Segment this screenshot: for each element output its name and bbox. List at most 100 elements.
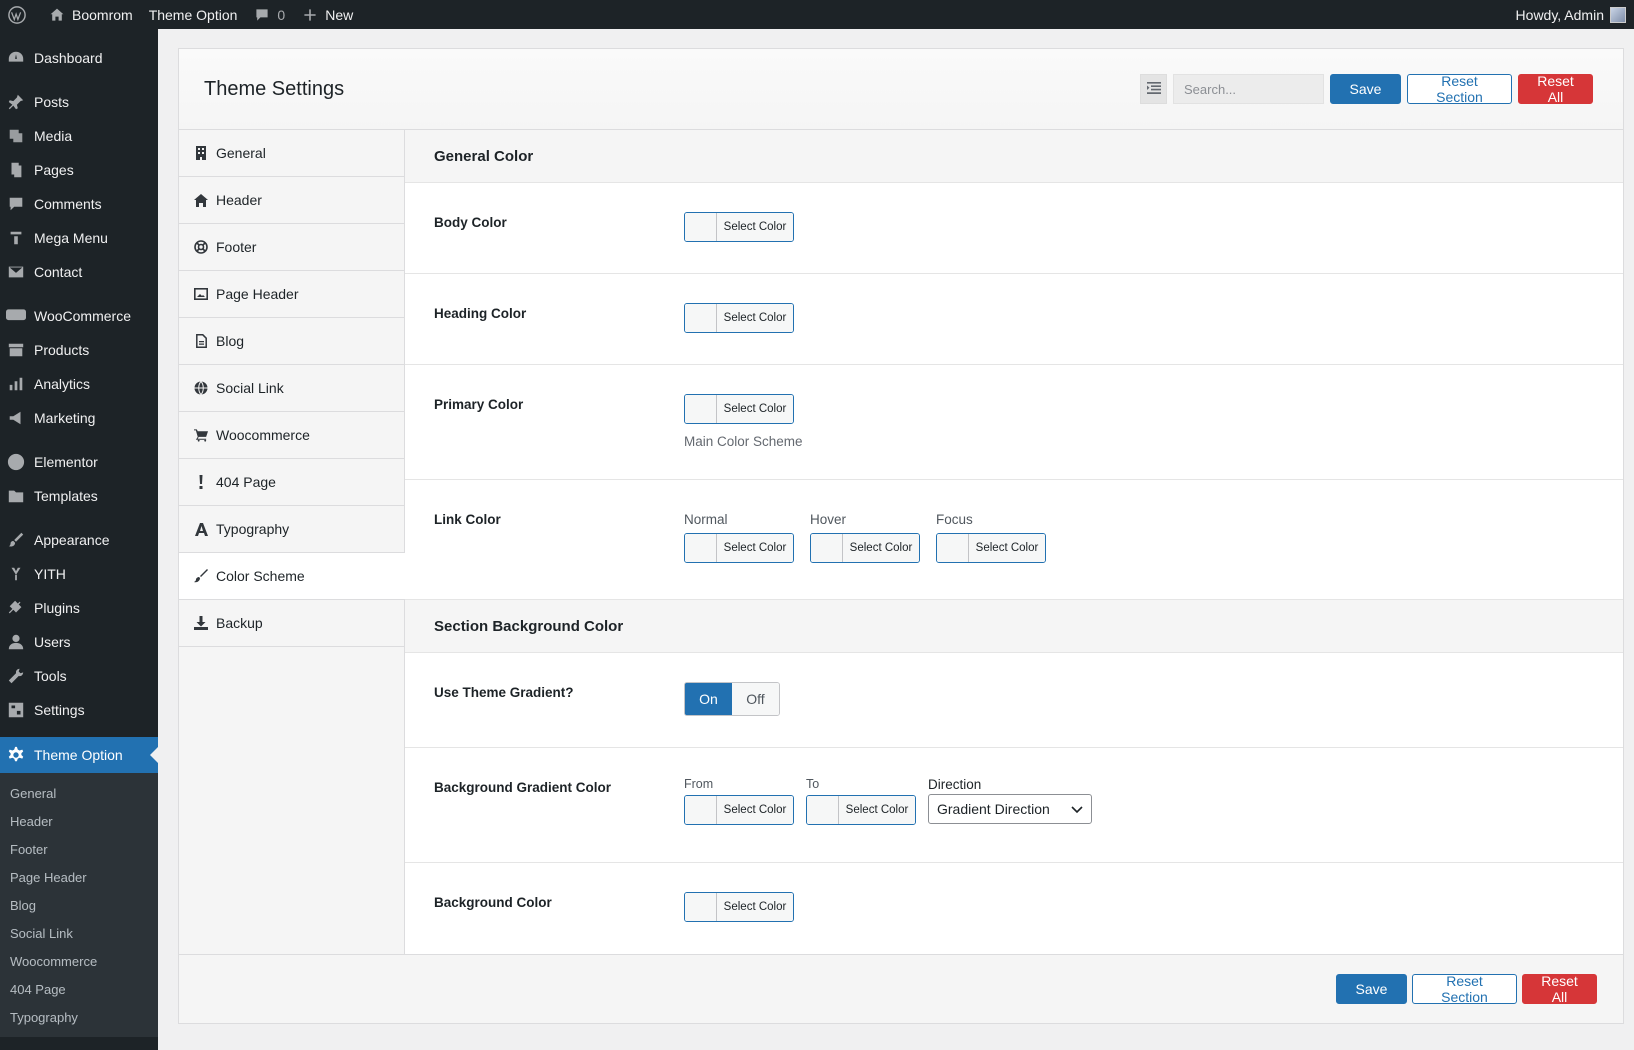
submenu-item[interactable]: General — [0, 779, 158, 807]
gradient-from-picker[interactable]: Select Color — [684, 795, 794, 825]
field-use-gradient: Use Theme Gradient? On Off — [405, 653, 1623, 748]
menu-label: Appearance — [34, 532, 110, 548]
nav-item-typography[interactable]: Typography — [179, 506, 404, 553]
menu-item-dashboard[interactable]: Dashboard — [0, 41, 158, 75]
field-link-color: Link Color Normal Select Color Hover Sel… — [405, 480, 1623, 600]
submenu-item[interactable]: 404 Page — [0, 975, 158, 1003]
nav-item-blog[interactable]: Blog — [179, 318, 404, 365]
menu-item-marketing[interactable]: Marketing — [0, 401, 158, 435]
gradient-to-picker[interactable]: Select Color — [806, 795, 916, 825]
primary-color-picker[interactable]: Select Color — [684, 394, 794, 424]
field-control: Select Color — [684, 274, 794, 364]
reset-section-button[interactable]: Reset Section — [1407, 73, 1512, 105]
link-focus-picker[interactable]: Select Color — [936, 533, 1046, 563]
menu-item-mega-menu[interactable]: Mega Menu — [0, 221, 158, 255]
admin-bar: Boomrom Theme Option 0 New Howdy, Admin — [0, 0, 1634, 29]
bg-color-picker[interactable]: Select Color — [684, 892, 794, 922]
reset-all-button[interactable]: Reset All — [1518, 73, 1593, 105]
menu-item-theme-option[interactable]: Theme Option — [0, 737, 158, 773]
gradient-to-group: To Select Color — [806, 777, 916, 825]
menu-label: Products — [34, 342, 90, 358]
nav-item-woocommerce[interactable]: Woocommerce — [179, 412, 404, 459]
comments-link[interactable]: 0 — [245, 0, 293, 29]
search-input[interactable] — [1173, 74, 1324, 104]
gradient-direction-select[interactable]: Gradient Direction — [928, 794, 1092, 824]
nav-item-page-header[interactable]: Page Header — [179, 271, 404, 318]
field-primary-color: Primary Color Select Color Main Color Sc… — [405, 365, 1623, 480]
menu-item-contact[interactable]: Contact — [0, 255, 158, 289]
nav-item-footer[interactable]: Footer — [179, 224, 404, 271]
plug-icon — [6, 598, 26, 618]
menu-item-pages[interactable]: Pages — [0, 153, 158, 187]
submenu-item[interactable]: Typography — [0, 1003, 158, 1031]
menu-item-appearance[interactable]: Appearance — [0, 523, 158, 557]
field-label: Background Color — [434, 895, 552, 910]
new-content-link[interactable]: New — [293, 0, 361, 29]
color-swatch — [685, 304, 717, 332]
wp-logo[interactable] — [0, 0, 40, 29]
building-icon — [194, 146, 208, 160]
my-account[interactable]: Howdy, Admin — [1516, 6, 1634, 23]
header-actions: Save Reset Section Reset All — [1140, 73, 1623, 105]
lifebuoy-icon — [194, 240, 208, 254]
menu-item-plugins[interactable]: Plugins — [0, 591, 158, 625]
select-color-label: Select Color — [969, 534, 1045, 562]
page-title: Theme Settings — [204, 77, 345, 100]
nav-item-color-scheme[interactable]: Color Scheme — [179, 553, 405, 600]
nav-item-backup[interactable]: Backup — [179, 600, 404, 647]
menu-item-woocommerce[interactable]: WooCommerce — [0, 299, 158, 333]
site-name-link[interactable]: Boomrom — [40, 0, 141, 29]
save-button[interactable]: Save — [1330, 74, 1401, 104]
menu-item-users[interactable]: Users — [0, 625, 158, 659]
link-normal-picker[interactable]: Select Color — [684, 533, 794, 563]
submenu-item[interactable]: Page Header — [0, 863, 158, 891]
field-bg-color: Background Color Select Color — [405, 863, 1623, 953]
submenu-item[interactable]: Blog — [0, 891, 158, 919]
sub-label: Direction — [928, 777, 982, 792]
submenu-item[interactable]: Header — [0, 807, 158, 835]
menu-item-analytics[interactable]: Analytics — [0, 367, 158, 401]
footer-reset-section-button[interactable]: Reset Section — [1412, 973, 1517, 1005]
wordpress-icon — [8, 5, 26, 24]
body-color-picker[interactable]: Select Color — [684, 212, 794, 242]
menu-item-templates[interactable]: Templates — [0, 479, 158, 513]
toggle-off-button[interactable]: Off — [732, 683, 779, 715]
submenu-item[interactable]: Woocommerce — [0, 947, 158, 975]
nav-item-404-page[interactable]: 404 Page — [179, 459, 404, 506]
field-control: On Off — [684, 653, 780, 747]
field-heading-color: Heading Color Select Color — [405, 274, 1623, 365]
menu-label: Elementor — [34, 454, 98, 470]
theme-option-link[interactable]: Theme Option — [141, 0, 246, 29]
expand-options-button[interactable] — [1140, 74, 1167, 104]
sub-label: To — [806, 777, 820, 791]
menu-label: Media — [34, 128, 73, 144]
bar-chart-icon — [6, 374, 26, 394]
field-label: Body Color — [434, 215, 507, 230]
pages-icon — [6, 160, 26, 180]
menu-item-products[interactable]: Products — [0, 333, 158, 367]
settings-icon — [6, 700, 26, 720]
menu-item-posts[interactable]: Posts — [0, 85, 158, 119]
submenu-item[interactable]: Social Link — [0, 919, 158, 947]
nav-item-social-link[interactable]: Social Link — [179, 365, 404, 412]
heading-color-picker[interactable]: Select Color — [684, 303, 794, 333]
menu-item-elementor[interactable]: Elementor — [0, 445, 158, 479]
field-label: Link Color — [434, 512, 501, 527]
menu-item-media[interactable]: Media — [0, 119, 158, 153]
menu-item-tools[interactable]: Tools — [0, 659, 158, 693]
footer-reset-all-button[interactable]: Reset All — [1522, 973, 1597, 1005]
nav-label: Blog — [216, 333, 245, 349]
nav-item-general[interactable]: General — [179, 130, 404, 177]
nav-item-header[interactable]: Header — [179, 177, 404, 224]
link-hover-picker[interactable]: Select Color — [810, 533, 920, 563]
submenu-item[interactable]: Footer — [0, 835, 158, 863]
menu-label: Mega Menu — [34, 230, 108, 246]
paintbrush-icon — [194, 569, 208, 583]
toggle-on-button[interactable]: On — [685, 683, 732, 715]
menu-item-comments[interactable]: Comments — [0, 187, 158, 221]
theme-option-label: Theme Option — [148, 6, 238, 23]
footer-save-button[interactable]: Save — [1336, 974, 1407, 1004]
menu-item-yith[interactable]: YITH — [0, 557, 158, 591]
menu-label: WooCommerce — [34, 308, 131, 324]
menu-item-settings[interactable]: Settings — [0, 693, 158, 727]
